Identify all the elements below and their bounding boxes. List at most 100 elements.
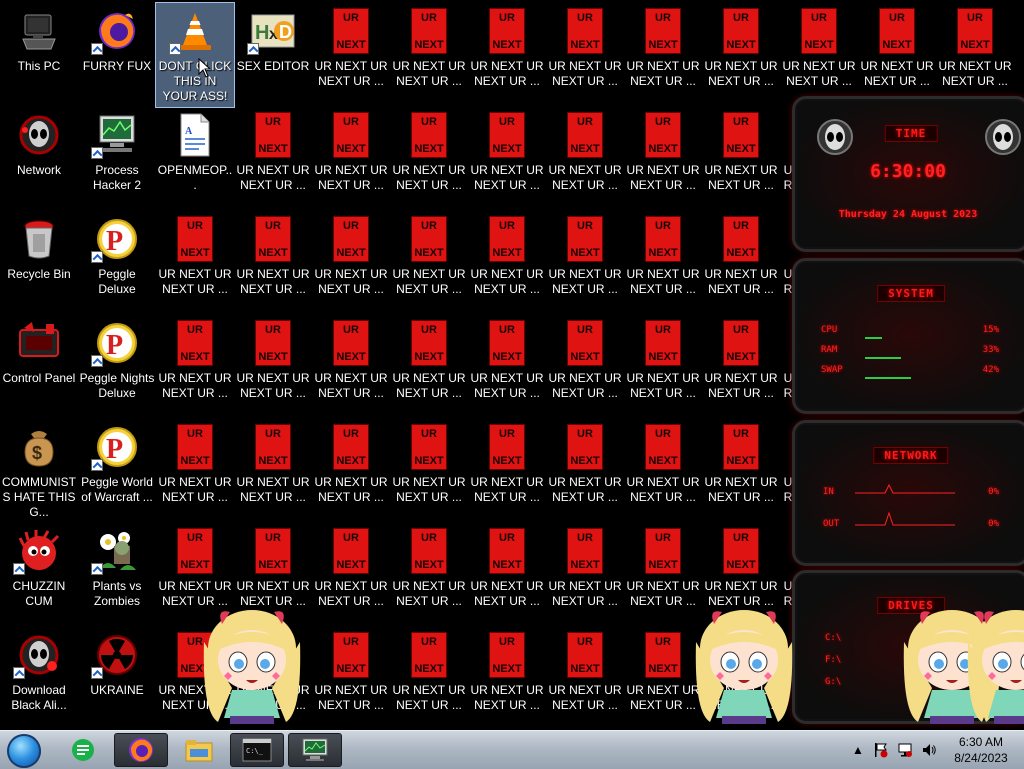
desktop-icon-label: UR NEXT UR NEXT UR ... (392, 59, 466, 88)
ur-next-desktop-icon[interactable]: URNEXT UR NEXT UR NEXT UR ... (156, 211, 234, 315)
ur-next-desktop-icon[interactable]: URNEXT UR NEXT UR NEXT UR ... (546, 627, 624, 730)
desktop-icon[interactable]: FURRY FUX (78, 3, 156, 107)
ur-next-desktop-icon[interactable]: URNEXT UR NEXT UR NEXT UR ... (624, 3, 702, 107)
ur-next-desktop-icon[interactable]: URNEXT UR NEXT UR NEXT UR ... (234, 315, 312, 419)
desktop-icon[interactable]: Network (0, 107, 78, 211)
ur-next-icon: URNEXT (333, 216, 369, 262)
ur-next-desktop-icon[interactable]: URNEXT UR NEXT UR NEXT UR ... (546, 419, 624, 523)
ur-next-desktop-icon[interactable]: URNEXT UR NEXT UR NEXT UR ... (702, 211, 780, 315)
ur-next-desktop-icon[interactable]: URNEXT UR NEXT UR NEXT UR ... (234, 107, 312, 211)
ur-next-desktop-icon[interactable]: URNEXT UR NEXT UR NEXT UR ... (390, 107, 468, 211)
desktop-icon-label: UR NEXT UR NEXT UR ... (236, 475, 310, 504)
desktop-icon[interactable]: P Peggle Deluxe (78, 211, 156, 315)
action-center-flag-icon[interactable] (872, 731, 890, 769)
desktop-icon-label: UR NEXT UR NEXT UR ... (158, 267, 232, 296)
desktop-icon[interactable]: CHUZZIN CUM (0, 523, 78, 627)
ur-next-desktop-icon[interactable]: URNEXT UR NEXT UR NEXT UR ... (234, 419, 312, 523)
desktop-icon-label: UR NEXT UR NEXT UR ... (392, 475, 466, 504)
show-hidden-icons-button[interactable]: ▲ (851, 731, 865, 769)
cpu-usage-bar (865, 337, 882, 339)
ur-next-icon: URNEXT (567, 424, 603, 470)
start-button[interactable] (7, 734, 41, 768)
ur-next-desktop-icon[interactable]: URNEXT UR NEXT UR NEXT UR ... (624, 107, 702, 211)
desktop-icon[interactable]: DONT CLICK THIS IN YOUR ASS! (155, 2, 235, 108)
ur-next-desktop-icon[interactable]: URNEXT UR NEXT UR NEXT UR ... (390, 3, 468, 107)
desktop-icon[interactable]: Control Panel (0, 315, 78, 419)
taskbar: C:\_ ▲ 6:30 AM 8/24/2023 (0, 730, 1024, 769)
star-character-4[interactable] (960, 602, 1024, 730)
ur-next-desktop-icon[interactable]: URNEXT UR NEXT UR NEXT UR ... (702, 3, 780, 107)
desktop-icon[interactable]: A OPENMEOP... (156, 107, 234, 211)
ur-next-desktop-icon[interactable]: URNEXT UR NEXT UR NEXT UR ... (624, 419, 702, 523)
taskbar-command-prompt[interactable]: C:\_ (230, 733, 284, 767)
ur-next-icon: URNEXT (567, 216, 603, 262)
desktop-icon[interactable]: UKRAINE (78, 627, 156, 730)
taskbar-clock[interactable]: 6:30 AM 8/24/2023 (946, 734, 1016, 766)
ur-next-desktop-icon[interactable]: URNEXT UR NEXT UR NEXT UR ... (156, 315, 234, 419)
ur-next-desktop-icon[interactable]: URNEXT UR NEXT UR NEXT UR ... (468, 3, 546, 107)
ur-next-desktop-icon[interactable]: URNEXT UR NEXT UR NEXT UR ... (312, 3, 390, 107)
ur-next-desktop-icon[interactable]: URNEXT UR NEXT UR NEXT UR ... (390, 523, 468, 627)
ur-next-desktop-icon[interactable]: URNEXT UR NEXT UR NEXT UR ... (312, 627, 390, 730)
ur-next-desktop-icon[interactable]: URNEXT UR NEXT UR NEXT UR ... (312, 211, 390, 315)
desktop-icon[interactable]: This PC (0, 3, 78, 107)
star-character-2[interactable] (688, 602, 800, 730)
ur-next-desktop-icon[interactable]: URNEXT UR NEXT UR NEXT UR ... (858, 3, 936, 107)
desktop-icon[interactable]: Download Black Ali... (0, 627, 78, 730)
desktop[interactable]: This PC FURRY FUX DONT CLICK THIS IN YOUR … (0, 0, 1024, 730)
ur-next-desktop-icon[interactable]: URNEXT UR NEXT UR NEXT UR ... (468, 523, 546, 627)
taskbar-process-hacker[interactable] (288, 733, 342, 767)
ur-next-desktop-icon[interactable]: URNEXT UR NEXT UR NEXT UR ... (468, 107, 546, 211)
desktop-icon-label: UR NEXT UR NEXT UR ... (470, 475, 544, 504)
ur-next-desktop-icon[interactable]: URNEXT UR NEXT UR NEXT UR ... (390, 211, 468, 315)
ur-next-desktop-icon[interactable]: URNEXT UR NEXT UR NEXT UR ... (390, 419, 468, 523)
star-character-1[interactable] (196, 602, 308, 730)
ur-next-desktop-icon[interactable]: URNEXT UR NEXT UR NEXT UR ... (234, 211, 312, 315)
ur-next-desktop-icon[interactable]: URNEXT UR NEXT UR NEXT UR ... (468, 627, 546, 730)
ur-next-desktop-icon[interactable]: URNEXT UR NEXT UR NEXT UR ... (702, 107, 780, 211)
ur-next-desktop-icon[interactable]: URNEXT UR NEXT UR NEXT UR ... (546, 315, 624, 419)
network-tray-icon[interactable] (896, 731, 914, 769)
desktop-icon-label: UR NEXT UR NEXT UR ... (548, 163, 622, 192)
ur-next-icon: URNEXT (723, 320, 759, 366)
ur-next-desktop-icon[interactable]: URNEXT UR NEXT UR NEXT UR ... (468, 211, 546, 315)
desktop-icon-label: UR NEXT UR NEXT UR ... (470, 579, 544, 608)
desktop-icon[interactable]: Recycle Bin (0, 211, 78, 315)
swap-label: SWAP (821, 365, 843, 375)
taskbar-green-app[interactable] (56, 733, 110, 767)
desktop-icon[interactable]: P Peggle World of Warcraft ... (78, 419, 156, 523)
ur-next-desktop-icon[interactable]: URNEXT UR NEXT UR NEXT UR ... (468, 315, 546, 419)
ur-next-desktop-icon[interactable]: URNEXT UR NEXT UR NEXT UR ... (624, 315, 702, 419)
ur-next-desktop-icon[interactable]: URNEXT UR NEXT UR NEXT UR ... (702, 315, 780, 419)
ur-next-desktop-icon[interactable]: URNEXT UR NEXT UR NEXT UR ... (546, 3, 624, 107)
ur-next-desktop-icon[interactable]: URNEXT UR NEXT UR NEXT UR ... (780, 3, 858, 107)
ur-next-desktop-icon[interactable]: URNEXT UR NEXT UR NEXT UR ... (390, 315, 468, 419)
ur-next-desktop-icon[interactable]: URNEXT UR NEXT UR NEXT UR ... (156, 419, 234, 523)
taskbar-file-explorer[interactable] (172, 733, 226, 767)
ur-next-desktop-icon[interactable]: URNEXT UR NEXT UR NEXT UR ... (624, 211, 702, 315)
taskbar-firefox[interactable] (114, 733, 168, 767)
ur-next-desktop-icon[interactable]: URNEXT UR NEXT UR NEXT UR ... (312, 315, 390, 419)
svg-text:C:\_: C:\_ (246, 747, 264, 755)
ur-next-icon: URNEXT (645, 320, 681, 366)
desktop-icon[interactable]: Plants vs Zombies (78, 523, 156, 627)
desktop-icon[interactable]: P Peggle Nights Deluxe (78, 315, 156, 419)
desktop-icon-label: UR NEXT UR NEXT UR ... (548, 683, 622, 712)
ur-next-desktop-icon[interactable]: URNEXT UR NEXT UR NEXT UR ... (312, 419, 390, 523)
ur-next-desktop-icon[interactable]: URNEXT UR NEXT UR NEXT UR ... (468, 419, 546, 523)
ur-next-desktop-icon[interactable]: URNEXT UR NEXT UR NEXT UR ... (390, 627, 468, 730)
desktop-icon[interactable]: Process Hacker 2 (78, 107, 156, 211)
ur-next-desktop-icon[interactable]: URNEXT UR NEXT UR NEXT UR ... (546, 211, 624, 315)
ur-next-desktop-icon[interactable]: URNEXT UR NEXT UR NEXT UR ... (702, 419, 780, 523)
ur-next-icon: URNEXT (567, 320, 603, 366)
ur-next-desktop-icon[interactable]: URNEXT UR NEXT UR NEXT UR ... (546, 107, 624, 211)
volume-tray-icon[interactable] (920, 731, 938, 769)
ur-next-desktop-icon[interactable]: URNEXT UR NEXT UR NEXT UR ... (312, 523, 390, 627)
ur-next-icon: URNEXT (489, 424, 525, 470)
ur-next-desktop-icon[interactable]: URNEXT UR NEXT UR NEXT UR ... (546, 523, 624, 627)
ur-next-desktop-icon[interactable]: URNEXT UR NEXT UR NEXT UR ... (936, 3, 1014, 107)
desktop-icon-label: UR NEXT UR NEXT UR ... (236, 267, 310, 296)
ur-next-desktop-icon[interactable]: URNEXT UR NEXT UR NEXT UR ... (312, 107, 390, 211)
desktop-icon[interactable]: $ COMMUNISTS HATE THIS G... (0, 419, 78, 523)
desktop-icon[interactable]: Hx D SEX EDITOR (234, 3, 312, 107)
